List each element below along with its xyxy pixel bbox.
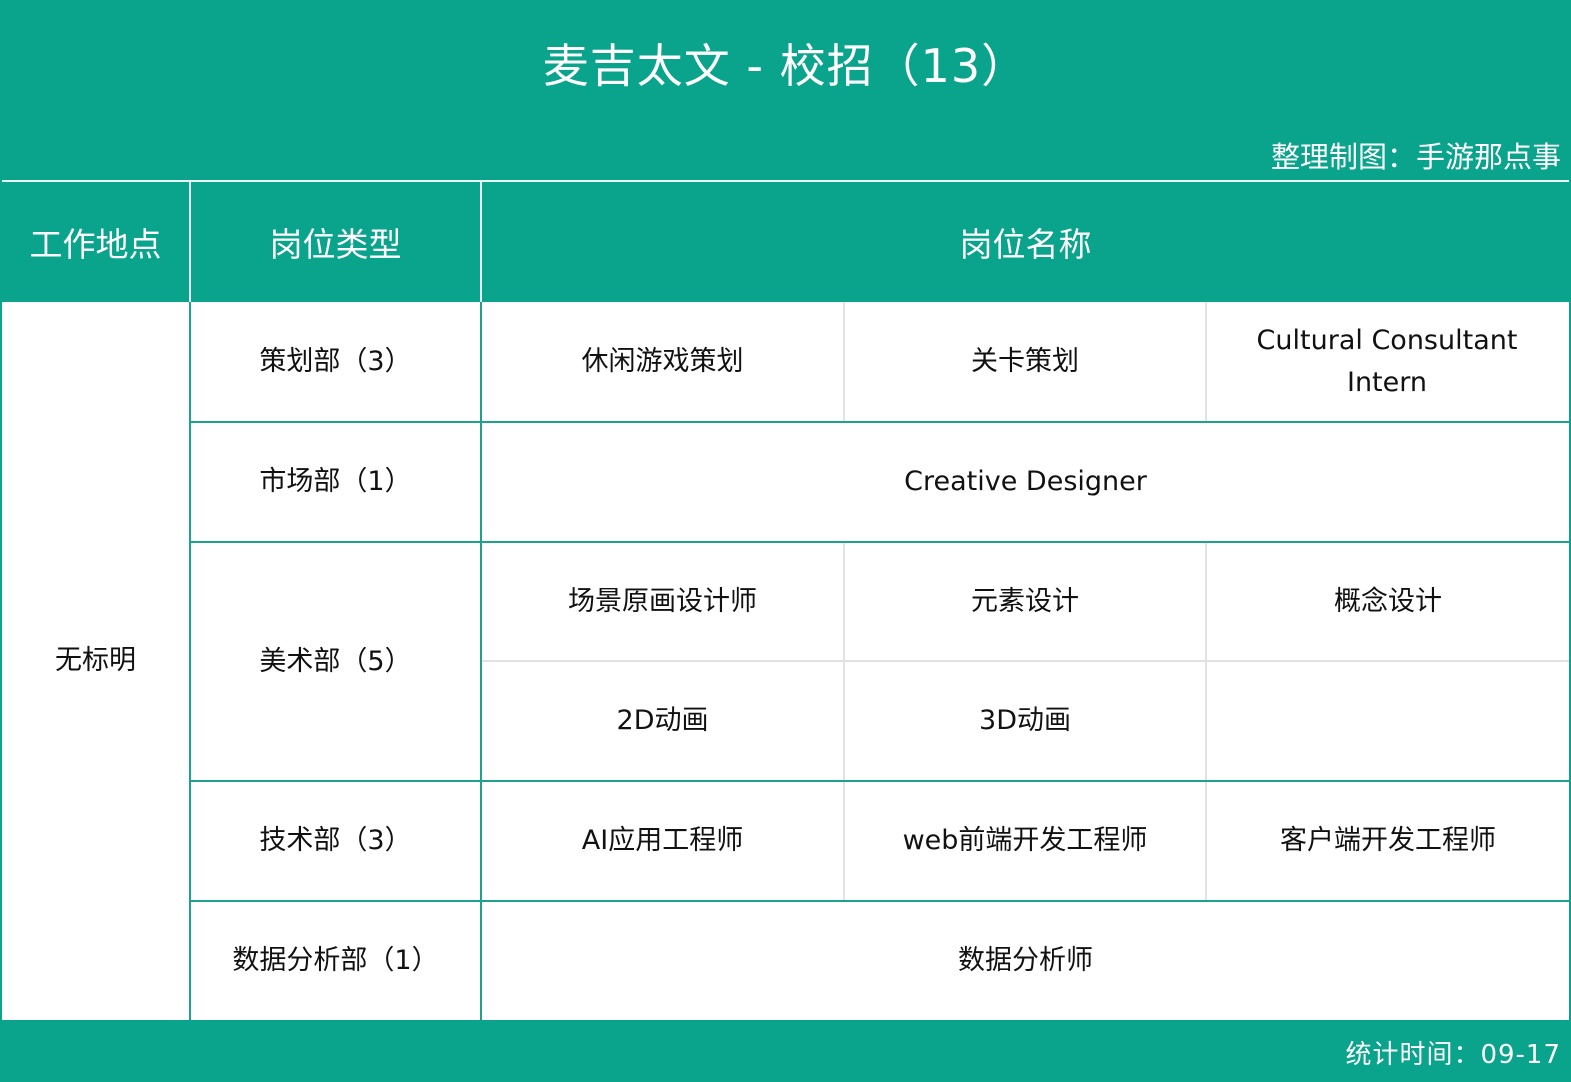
position-cell: AI应用工程师 [581, 825, 744, 856]
position-cell: Cultural Consultant Intern [1256, 324, 1518, 398]
department-cell: 技术部（3） [259, 825, 412, 856]
position-cell: 2D动画 [616, 705, 709, 736]
position-cell: 数据分析师 [958, 945, 1093, 976]
department-cell: 策划部（3） [259, 345, 412, 377]
position-cell: 元素设计 [971, 585, 1079, 617]
title-banner: 麦吉太文 - 校招（13） 整理制图：手游那点事 [2, 2, 1569, 180]
header-category: 岗位类型 [269, 225, 402, 264]
position-cell: 休闲游戏策划 [581, 345, 744, 377]
department-cell: 美术部（5） [259, 645, 412, 677]
footer-bar: 统计时间：09-17 [2, 1020, 1569, 1080]
department-cell: 市场部（1） [259, 466, 412, 497]
position-cell: 关卡策划 [971, 345, 1079, 377]
page-title: 麦吉太文 - 校招（13） [542, 39, 1029, 93]
location-cell: 无标明 [55, 645, 136, 676]
position-cell: 场景原画设计师 [568, 585, 757, 617]
position-cell: 客户端开发工程师 [1280, 825, 1496, 856]
header-positions: 岗位名称 [959, 225, 1092, 264]
position-cell: 概念设计 [1334, 585, 1442, 617]
department-cell: 数据分析部（1） [232, 945, 439, 976]
position-cell: Creative Designer [904, 466, 1147, 497]
table-header-row: 工作地点 岗位类型 岗位名称 [2, 182, 1569, 302]
credit-text: 整理制图：手游那点事 [1270, 140, 1561, 174]
header-location: 工作地点 [29, 225, 162, 264]
position-cell: web前端开发工程师 [902, 825, 1148, 856]
recruitment-table-page: 麦吉太文 - 校招（13） 整理制图：手游那点事 工作地点 岗位类型 岗位名称 … [0, 0, 1571, 1082]
position-cell: 3D动画 [979, 705, 1071, 736]
stat-time: 统计时间：09-17 [1345, 1040, 1561, 1070]
table-body: 无标明 策划部（3） 休闲游戏策划 关卡策划 Cultural Consulta… [2, 302, 1569, 1020]
cell-divider [1205, 302, 1207, 421]
